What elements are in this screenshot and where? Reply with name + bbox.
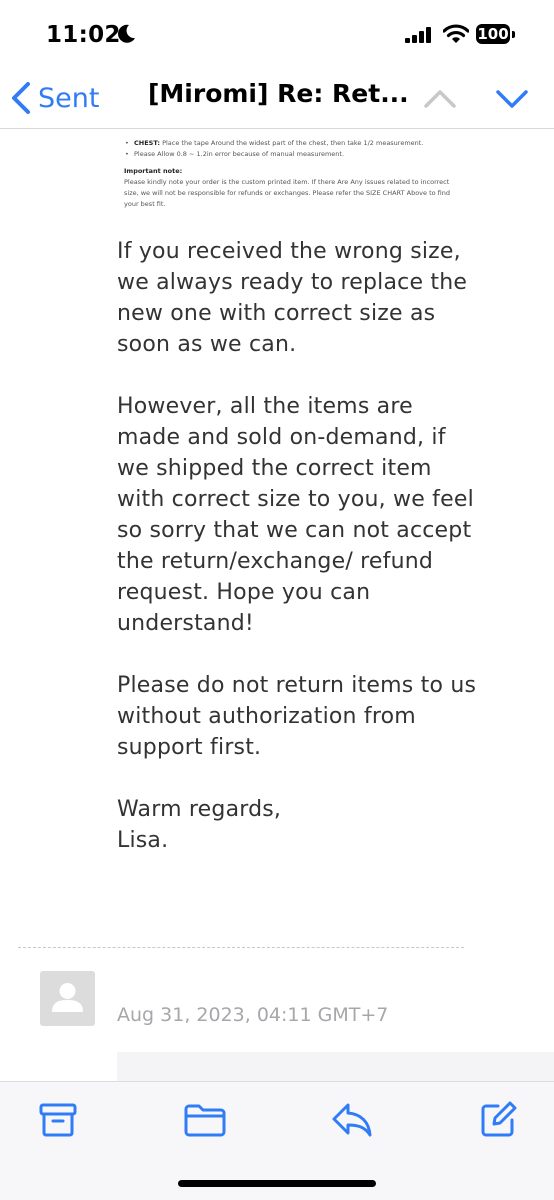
archive-icon[interactable] [38, 1100, 78, 1140]
folder-icon[interactable] [183, 1100, 227, 1140]
message-date: Aug 31, 2023, 04:11 GMT+7 [117, 1004, 389, 1026]
battery-nub [512, 31, 515, 38]
chest-text: Place the tape Around the widest part of… [160, 139, 424, 147]
status-bar: 11:02 100 [0, 0, 554, 70]
status-time: 11:02 [46, 22, 121, 48]
body-paragraph: If you received the wrong size, we alway… [117, 239, 468, 357]
email-body: If you received the wrong size, we alway… [117, 236, 477, 856]
quoted-content-box [117, 1052, 554, 1082]
chevron-left-icon [12, 82, 30, 114]
reply-icon[interactable] [330, 1100, 374, 1140]
home-indicator[interactable] [178, 1180, 376, 1187]
wifi-icon [443, 24, 469, 43]
back-button-label: Sent [38, 82, 100, 114]
compose-icon[interactable] [478, 1100, 518, 1140]
body-paragraph: However, all the items are made and sold… [117, 394, 474, 636]
navigation-bar: Sent [Miromi] Re: Ret... [0, 70, 554, 129]
moon-icon [118, 24, 135, 43]
avatar[interactable] [40, 971, 95, 1026]
size-chart-snippet: CHEST: Place the tape Around the widest … [124, 138, 454, 210]
sender-name: Lisa. [117, 828, 169, 853]
allow-note: Please Allow 0.8 ~ 1.2in error because o… [124, 149, 454, 160]
chest-note: CHEST: Place the tape Around the widest … [124, 138, 454, 149]
important-note-title: Important note: [124, 167, 183, 175]
chevron-down-icon[interactable] [494, 84, 530, 112]
signal-icon [405, 27, 431, 43]
message-divider [18, 947, 464, 948]
back-button[interactable]: Sent [10, 78, 99, 118]
person-icon [52, 983, 83, 1012]
email-subject-title: [Miromi] Re: Ret... [148, 79, 409, 108]
important-note-text: Please kindly note your order is the cus… [124, 178, 451, 208]
mail-screen: 11:02 100 Sent [Miromi] Re: Ret... • CHE… [0, 0, 554, 1200]
chest-label: CHEST: [134, 139, 161, 147]
signoff: Warm regards, [117, 797, 282, 822]
chevron-up-icon[interactable] [422, 84, 458, 112]
battery-indicator: 100 [476, 24, 510, 44]
body-paragraph: Please do not return items to us without… [117, 673, 477, 760]
